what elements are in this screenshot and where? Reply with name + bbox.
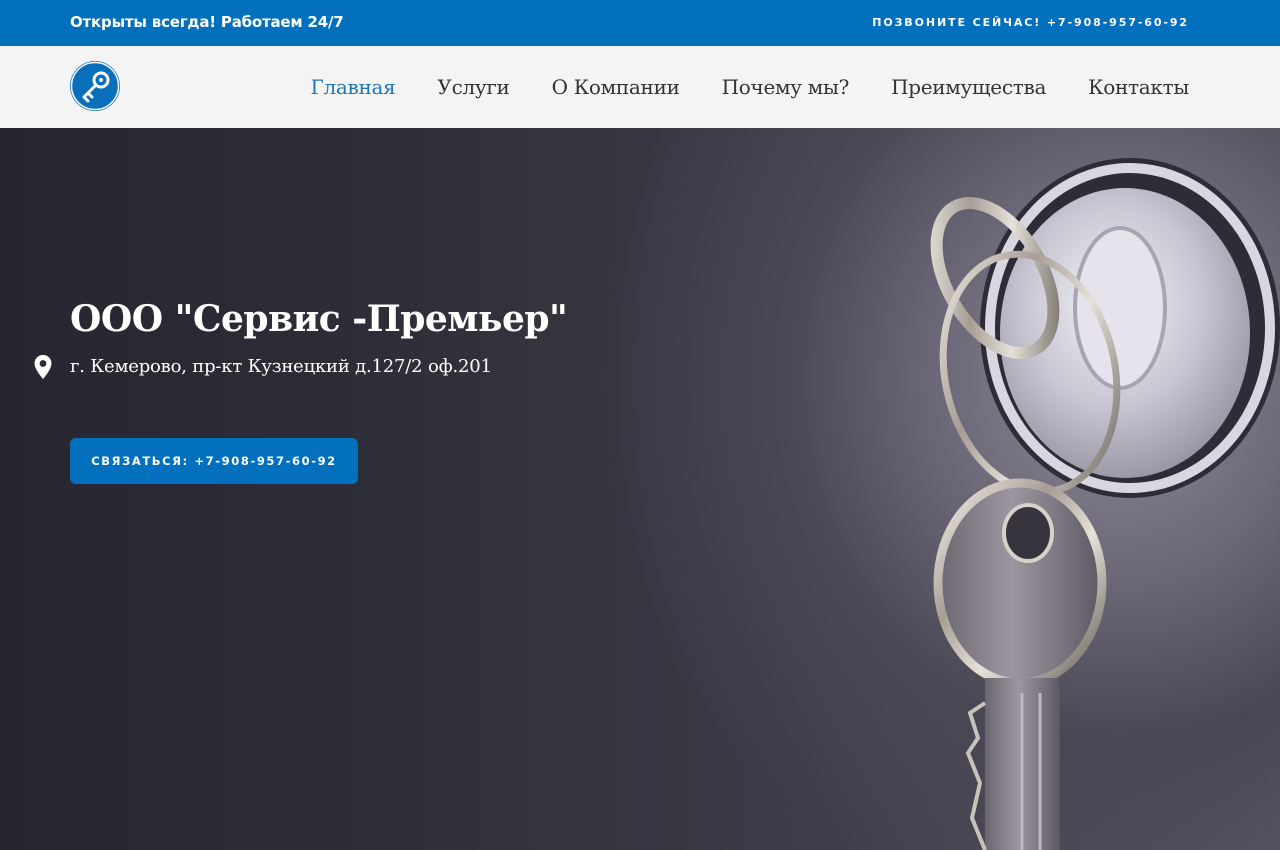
keys-in-lock-photo	[930, 158, 1280, 850]
contact-phone-button[interactable]: СВЯЗАТЬСЯ: +7-908-957-60-92	[70, 438, 358, 484]
hero-section: ООО "Сервис -Премьер" г. Кемерово, пр-кт…	[0, 128, 1280, 850]
nav-item-why-us[interactable]: Почему мы?	[722, 75, 850, 99]
key-icon	[70, 61, 120, 111]
top-bar: Открыты всегда! Работаем 24/7 ПОЗВОНИТЕ …	[0, 0, 1280, 46]
company-address: г. Кемерово, пр-кт Кузнецкий д.127/2 оф.…	[70, 356, 492, 377]
nav-menu: Главная Услуги О Компании Почему мы? Пре…	[269, 75, 1190, 99]
call-now-phone-link[interactable]: ПОЗВОНИТЕ СЕЙЧАС! +7-908-957-60-92	[872, 16, 1189, 29]
main-navbar: Главная Услуги О Компании Почему мы? Пре…	[0, 46, 1280, 128]
logo[interactable]	[70, 61, 120, 111]
nav-item-services[interactable]: Услуги	[437, 75, 509, 99]
company-name-heading: ООО "Сервис -Премьер"	[70, 298, 568, 340]
nav-item-home[interactable]: Главная	[311, 75, 396, 99]
nav-item-contacts[interactable]: Контакты	[1088, 75, 1189, 99]
nav-item-advantages[interactable]: Преимущества	[891, 75, 1046, 99]
location-pin-icon	[34, 355, 52, 379]
working-hours-text: Открыты всегда! Работаем 24/7	[70, 13, 344, 31]
nav-item-about[interactable]: О Компании	[552, 75, 680, 99]
